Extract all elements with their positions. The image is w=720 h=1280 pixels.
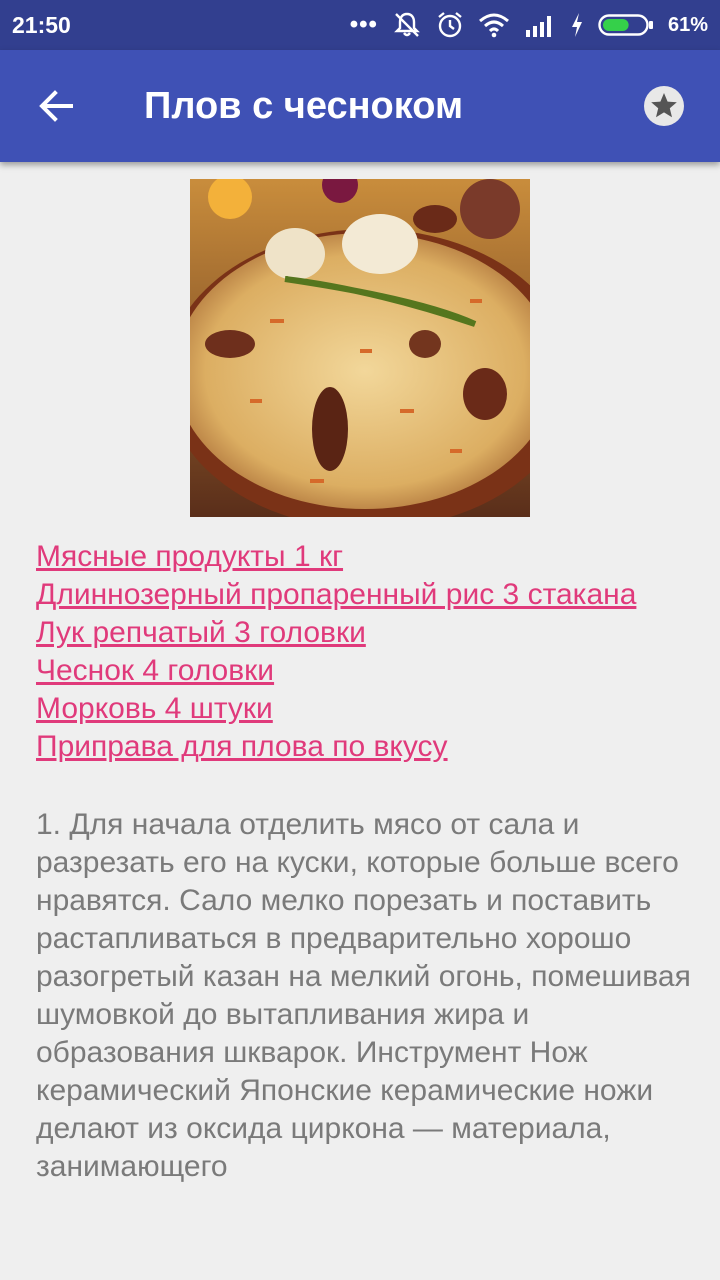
star-icon (644, 86, 684, 126)
silent-mode-icon (394, 12, 420, 37)
app-bar: Плов с чесноком (0, 50, 720, 162)
ingredient-item: Чеснок 4 головки (36, 652, 706, 690)
recipe-step-text: 1. Для начала отделить мясо от сала и ра… (36, 808, 691, 1183)
ingredient-item: Длиннозерный пропаренный рис 3 стакана (36, 576, 706, 614)
ingredient-item: Приправа для плова по вкусу (36, 728, 706, 766)
charging-icon (571, 13, 582, 37)
battery-percent: 61% (667, 13, 708, 36)
status-bar: 21:50 ••• 61% (0, 0, 720, 50)
ingredient-item: Мясные продукты 1 кг (36, 538, 706, 576)
recipe-content: Мясные продукты 1 кг Длиннозерный пропар… (0, 162, 720, 1280)
wifi-icon (478, 13, 509, 38)
ingredient-item: Лук репчатый 3 головки (36, 614, 706, 652)
alarm-icon (438, 12, 462, 38)
status-icons: ••• 61% (350, 11, 708, 39)
ingredient-link[interactable]: Чеснок 4 головки (36, 654, 274, 687)
ingredient-item: Морковь 4 штуки (36, 690, 706, 728)
dish-photo (190, 179, 530, 517)
ingredient-link[interactable]: Лук репчатый 3 головки (36, 616, 366, 649)
favorite-button[interactable] (632, 78, 696, 134)
ingredient-link[interactable]: Длиннозерный пропаренный рис 3 стакана (36, 578, 636, 611)
ingredient-link[interactable]: Приправа для плова по вкусу (36, 730, 448, 763)
ingredient-link[interactable]: Морковь 4 штуки (36, 692, 273, 725)
ingredient-link[interactable]: Мясные продукты 1 кг (36, 540, 343, 573)
battery-icon (598, 14, 653, 36)
page-title: Плов с чесноком (144, 85, 464, 127)
notification-dots: ••• (349, 11, 378, 38)
status-time: 21:50 (12, 11, 71, 38)
ingredients-list: Мясные продукты 1 кг Длиннозерный пропар… (36, 538, 706, 766)
cell-signal-icon (525, 16, 551, 37)
arrow-back-icon (39, 90, 73, 122)
back-button[interactable] (24, 74, 88, 138)
